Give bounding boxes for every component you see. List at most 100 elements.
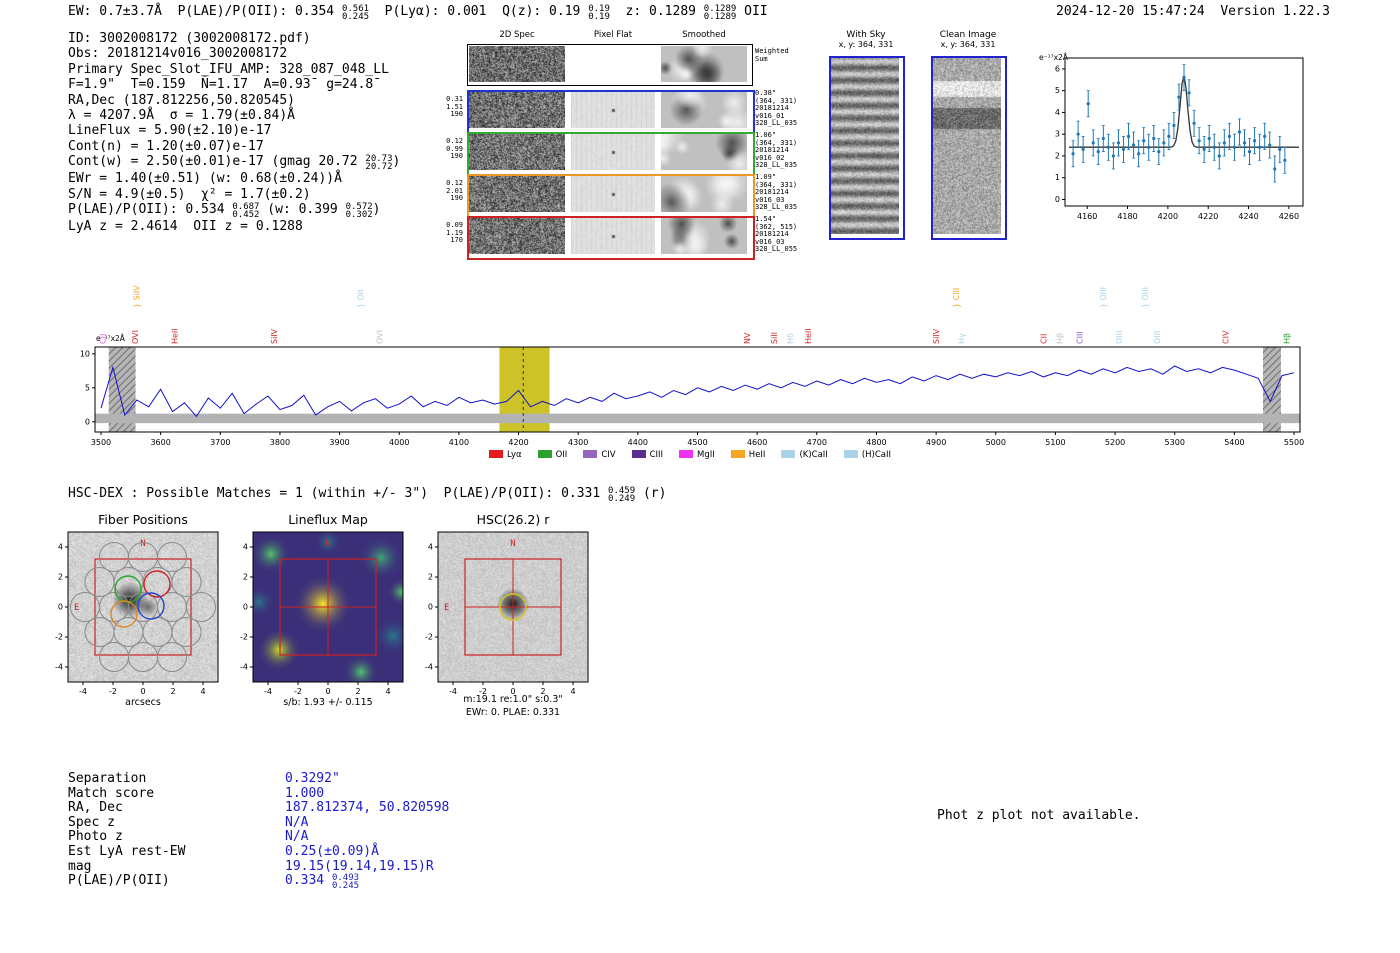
y-tick-label: -4 xyxy=(240,663,248,672)
text-segment: N/A xyxy=(285,829,309,845)
spec2d-row-annotation: 1.54" (362, 515) 20181214 v016_03 328_LL_055 xyxy=(755,215,798,254)
fiber-outline xyxy=(99,642,129,672)
legend-label: MgII xyxy=(697,450,715,460)
spec2d-pixelflat-image xyxy=(571,176,655,212)
legend-swatch xyxy=(730,450,745,458)
text-segment: N/A xyxy=(285,814,309,830)
info-line: λ = 4207.9Å σ = 1.79(±0.84)Å xyxy=(68,108,400,123)
x-tick-label: 5400 xyxy=(1224,438,1244,447)
x-tick-label: 3900 xyxy=(329,438,349,447)
emission-line-label: } CIII xyxy=(952,288,961,308)
emission-line-label: OVI xyxy=(376,330,385,344)
data-point xyxy=(1152,136,1156,141)
x-tick-label: -2 xyxy=(109,687,117,696)
line-fit-plot: 0 1 2 3 4 5 6 4160 4180 4200 4220 4240 4260 e⁻¹⁷x2Å xyxy=(1039,53,1304,221)
y-tick-label: 0 xyxy=(428,603,433,612)
text-segment: 19.15(19.14,19.15)R xyxy=(285,858,434,874)
spec2d-pixelflat-image xyxy=(571,134,655,170)
emission-line-label: } OIII xyxy=(1141,287,1150,308)
info-line: LineFlux = 5.90(±2.10)e-17 xyxy=(68,123,400,138)
legend-item: (H)CaII xyxy=(843,450,891,460)
emission-line-label: CIV xyxy=(1221,330,1230,344)
spec2d-row-annotation: 1.06" (364, 331) 20181214 v016_02 328_LL_035 xyxy=(755,131,798,170)
emission-line-label: SiII xyxy=(770,332,779,344)
compass-north-label: N xyxy=(325,539,330,549)
extraction-box xyxy=(94,558,192,656)
match-table-label: Match score xyxy=(68,785,155,801)
y-tick-label: 4 xyxy=(428,543,433,552)
data-point xyxy=(1162,141,1166,145)
legend-item: OII xyxy=(537,450,567,460)
data-point xyxy=(1283,158,1287,162)
compass-east-label: E xyxy=(444,603,449,613)
match-table-row: Est LyA rest-EW 0.25(±0.09)Å xyxy=(68,844,449,860)
data-point xyxy=(1147,145,1151,149)
y-tick-label: 0 xyxy=(58,603,63,612)
text-segment: (r) xyxy=(635,486,667,501)
fiber-outline xyxy=(84,617,115,647)
y-tick-label: 2 xyxy=(58,573,63,582)
x-tick-label: 4300 xyxy=(568,438,588,447)
data-point xyxy=(1137,152,1141,156)
x-tick-label: 4 xyxy=(200,687,205,696)
x-tick-label: 2 xyxy=(170,687,175,696)
legend-label: HeII xyxy=(748,450,766,460)
emission-line-label: SiIV xyxy=(270,328,279,344)
match-table-value: 187.812374, 50.820598 xyxy=(285,800,449,815)
x-tick-label: 0 xyxy=(325,687,330,696)
x-tick-label: 4100 xyxy=(449,438,469,447)
match-table-row: Separation 0.3292" xyxy=(68,771,449,787)
legend-item: MgII xyxy=(679,450,715,460)
stacked-uncertainty: 0.1289 0.1289 xyxy=(703,3,737,22)
text-segment: RA,Dec (187.812256,50.820545) xyxy=(68,92,295,108)
emission-line-label: SiIV xyxy=(932,328,941,344)
info-line: RA,Dec (187.812256,50.820545) xyxy=(68,93,400,108)
info-line: Primary Spec_Slot_IFU_AMP: 328_087_048_L… xyxy=(68,62,400,77)
emission-line-label: OIII xyxy=(1115,331,1124,344)
data-point xyxy=(1121,147,1126,152)
match-table-label: mag xyxy=(68,858,92,874)
x-tick-label: 4600 xyxy=(747,438,767,447)
emission-line-label: CII xyxy=(1040,334,1049,344)
info-line: Obs: 20181214v016_3002008172 xyxy=(68,46,400,61)
data-point xyxy=(1237,130,1242,134)
emission-line-label: NV xyxy=(743,332,752,344)
text-segment: LineFlux = 5.90(±2.10)e-17 xyxy=(68,123,272,139)
highlighted-fiber xyxy=(110,600,138,628)
text-segment: Cont(n) = 1.20(±0.07)e-17 xyxy=(68,138,264,154)
data-point xyxy=(1091,141,1095,145)
text-segment: Obs: 20181214v016_3002008172 xyxy=(68,46,288,62)
data-point xyxy=(1172,123,1176,128)
spec2d-col-header: Pixel Flat xyxy=(593,30,633,40)
with-sky-panel: With Sky x, y: 364, 331 xyxy=(820,30,912,240)
compass-north-label: N xyxy=(510,539,515,549)
spectrum-line xyxy=(100,365,1295,418)
y-tick-label: 4 xyxy=(58,543,63,552)
lineflux-caption: s/b: 1.93 +/- 0.115 xyxy=(283,697,373,708)
fiber-positions-axes: -4 -4 -2 -2 0 0 2 2 4 4 N E xyxy=(55,531,219,696)
stacked-uncertainty: 0.493 0.245 xyxy=(331,873,360,892)
fiber-outline xyxy=(142,617,173,647)
info-line: P(LAE)/P(OII): 0.534 0.687 0.452 (w: 0.39… xyxy=(68,202,400,220)
data-point xyxy=(1192,121,1196,125)
with-sky-image xyxy=(831,58,899,234)
data-point xyxy=(1182,75,1186,80)
spec2d-panel: 2D Spec Pixel Flat Smoothed Weighted Sum 0.31… xyxy=(446,28,817,260)
text-segment: ID: 3002008172 (3002008172.pdf) xyxy=(68,31,311,46)
spec2d-2d-image xyxy=(469,134,565,170)
fiber-outline xyxy=(171,567,202,597)
fiber-outline xyxy=(84,567,115,597)
weighted-smoothed-image xyxy=(661,46,747,82)
match-table-label: RA, Dec xyxy=(68,800,123,816)
data-point xyxy=(1252,139,1257,143)
text-segment: 0.334 xyxy=(285,873,332,889)
x-tick-label: 3500 xyxy=(91,438,111,447)
match-table-value: N/A xyxy=(285,829,309,845)
info-line: LyA z = 2.4614 OII z = 0.1288 xyxy=(68,219,400,234)
legend-label: CIV xyxy=(601,450,616,460)
y-tick-label: 6 xyxy=(1055,64,1060,73)
info-line: F=1.9" T=0.159 N̄=1.17 A=0.93̄ g=24.8̄ xyxy=(68,77,400,92)
clean-image-frame xyxy=(931,56,1007,240)
y-tick-label: 2 xyxy=(428,573,433,582)
x-tick-label: 4 xyxy=(385,687,390,696)
